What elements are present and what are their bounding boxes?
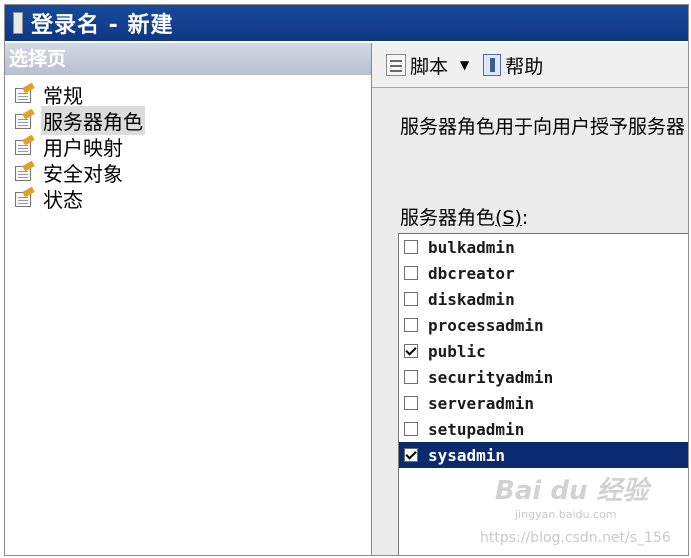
nav-item-label: 常规 (43, 83, 83, 108)
roles-label-accesskey: (S) (495, 207, 522, 229)
chevron-down-icon[interactable]: ▼ (460, 58, 469, 72)
role-row-setupadmin[interactable]: setupadmin (399, 416, 688, 442)
role-name: serveradmin (428, 393, 534, 413)
nav-item-label: 安全对象 (43, 161, 123, 186)
select-page-panel: 选择页 常规 服务器角色 用户映射 安全对象 状态 (5, 43, 372, 555)
role-checkbox[interactable] (404, 344, 418, 358)
role-checkbox[interactable] (404, 240, 418, 254)
role-row-serveradmin[interactable]: serveradmin (399, 390, 688, 416)
server-roles-label: 服务器角色(S): (400, 203, 528, 230)
page-description: 服务器角色用于向用户授予服务器 (400, 116, 686, 138)
roles-label-suffix: : (521, 207, 529, 229)
select-page-header: 选择页 (5, 43, 371, 75)
role-name: public (428, 341, 486, 361)
page-icon (13, 82, 35, 104)
page-icon (13, 108, 35, 130)
page-icon (13, 186, 35, 208)
role-row-processadmin[interactable]: processadmin (399, 312, 688, 338)
role-name: diskadmin (428, 289, 515, 309)
role-name: setupadmin (428, 419, 525, 439)
role-checkbox[interactable] (404, 370, 418, 384)
script-button[interactable]: 脚本 (382, 52, 452, 79)
role-row-dbcreator[interactable]: dbcreator (399, 260, 688, 286)
nav-item-user-mapping[interactable]: 用户映射 (5, 133, 371, 160)
role-checkbox[interactable] (404, 292, 418, 306)
roles-label-text: 服务器角色 (400, 207, 496, 229)
role-row-securityadmin[interactable]: securityadmin (399, 364, 688, 390)
title-bar[interactable]: 登录名 - 新建 (5, 5, 688, 41)
role-row-public[interactable]: public (399, 338, 688, 364)
nav-item-status[interactable]: 状态 (5, 185, 371, 212)
nav-item-label: 服务器角色 (41, 105, 145, 135)
role-name: processadmin (428, 315, 544, 335)
nav-item-securables[interactable]: 安全对象 (5, 159, 371, 186)
page-icon (13, 160, 35, 182)
window-title: 登录名 - 新建 (31, 13, 174, 38)
nav-item-label: 状态 (43, 187, 83, 212)
role-checkbox[interactable] (404, 448, 418, 462)
source-credit: https://blog.csdn.net/s_156 (480, 530, 671, 546)
toolbar: 脚本 ▼ 帮助 (372, 43, 688, 88)
role-row-bulkadmin[interactable]: bulkadmin (399, 234, 688, 260)
role-checkbox[interactable] (404, 396, 418, 410)
role-row-sysadmin[interactable]: sysadmin (399, 442, 688, 468)
watermark-logo: Bai du 经验 (495, 476, 649, 506)
help-icon (483, 54, 502, 76)
page-list: 常规 服务器角色 用户映射 安全对象 状态 (5, 81, 371, 212)
window-icon (13, 12, 23, 34)
page-icon (13, 134, 35, 156)
role-name: bulkadmin (428, 237, 515, 257)
role-row-diskadmin[interactable]: diskadmin (399, 286, 688, 312)
role-checkbox[interactable] (404, 422, 418, 436)
role-name: sysadmin (428, 445, 506, 465)
role-name: dbcreator (428, 263, 515, 283)
nav-item-server-roles[interactable]: 服务器角色 (5, 105, 371, 135)
help-label: 帮助 (505, 55, 544, 78)
script-label: 脚本 (410, 55, 449, 78)
help-button[interactable]: 帮助 (479, 52, 547, 79)
watermark-url: jingyan.baidu.com (515, 508, 617, 521)
role-checkbox[interactable] (404, 318, 418, 332)
nav-item-general[interactable]: 常规 (5, 81, 371, 108)
role-checkbox[interactable] (404, 266, 418, 280)
script-icon (386, 54, 406, 76)
role-name: securityadmin (428, 367, 554, 387)
nav-item-label: 用户映射 (43, 135, 123, 160)
